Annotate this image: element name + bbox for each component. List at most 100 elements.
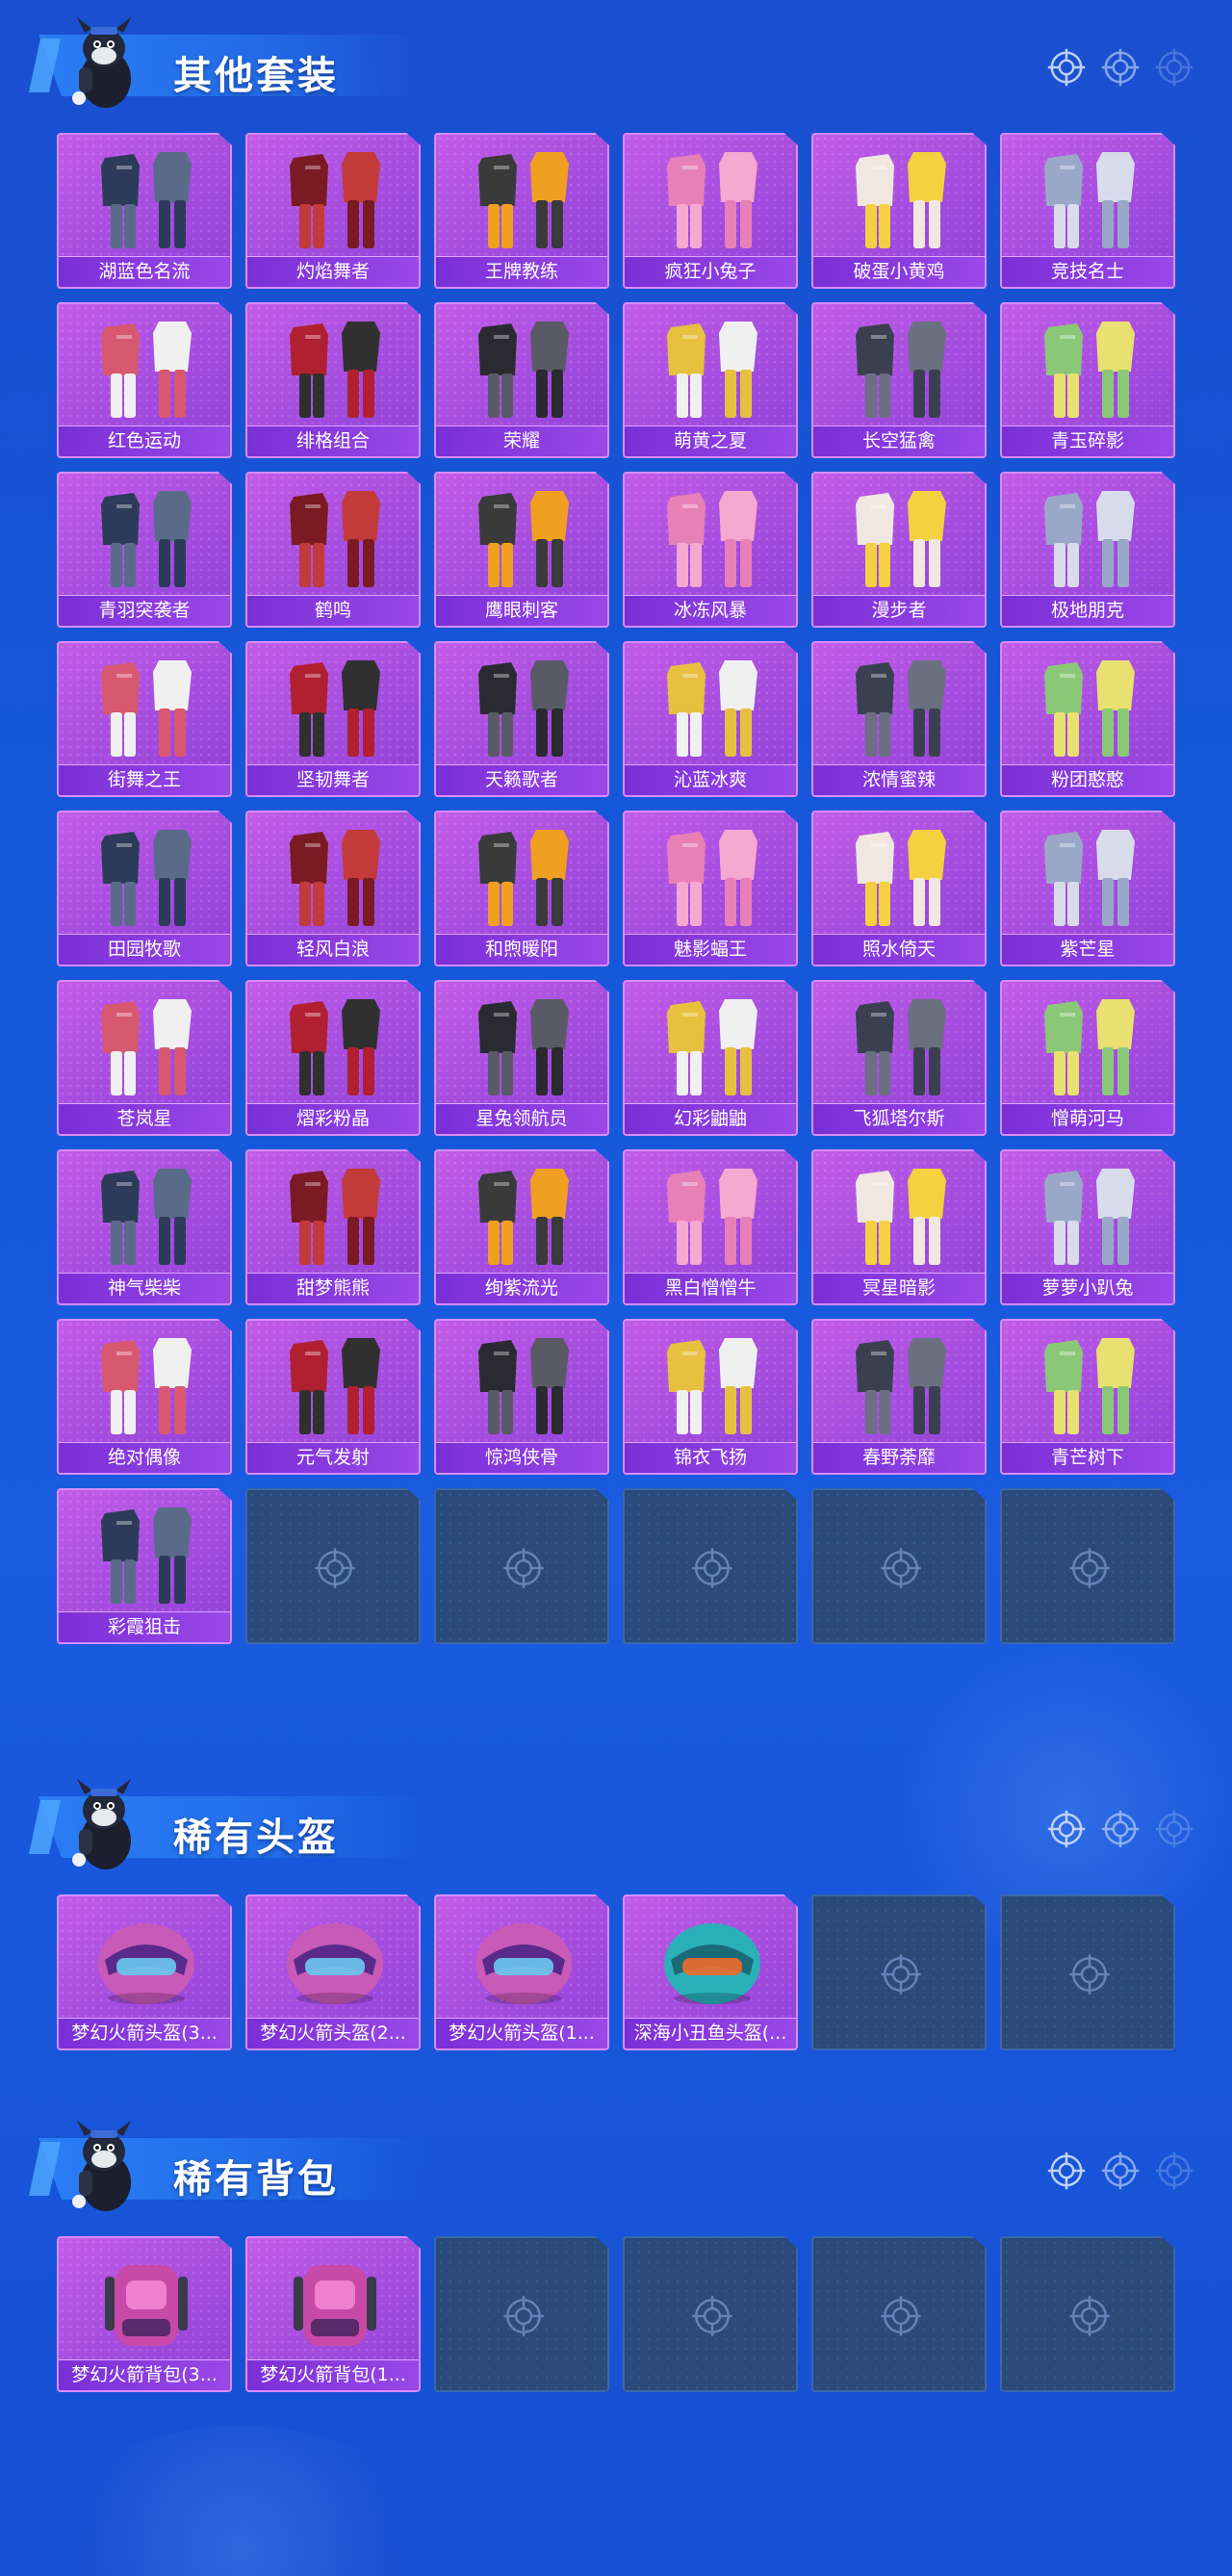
item-card[interactable]: 田园牧歌 (57, 811, 232, 966)
item-label: 竞技名士 (1002, 256, 1173, 287)
outfit-art (101, 1169, 192, 1265)
item-card[interactable]: 梦幻火箭头盔(1... (434, 1894, 609, 2050)
item-card[interactable]: 深海小丑鱼头盔(... (623, 1894, 798, 2050)
outfit-art (101, 152, 192, 248)
item-card[interactable]: 飞狐塔尔斯 (811, 980, 987, 1136)
item-card[interactable]: 憎萌河马 (1000, 980, 1175, 1136)
item-card[interactable]: 绯格组合 (245, 302, 421, 458)
item-card[interactable]: 神气柴柴 (57, 1149, 232, 1305)
outfit-icon (436, 477, 607, 597)
item-card[interactable]: 春野荼靡 (811, 1319, 987, 1475)
item-card[interactable]: 青玉碎影 (1000, 302, 1175, 458)
item-label: 萌黄之夏 (625, 425, 796, 456)
item-card[interactable]: 冰冻风暴 (623, 472, 798, 628)
item-card[interactable]: 粉团憨憨 (1000, 641, 1175, 797)
item-card[interactable]: 红色运动 (57, 302, 232, 458)
item-card[interactable]: 紫芒星 (1000, 811, 1175, 966)
item-card[interactable]: 冥星暗影 (811, 1149, 987, 1305)
outfit-art (1044, 1338, 1135, 1434)
helmet-art (98, 1923, 194, 2004)
item-card[interactable]: 疯狂小兔子 (623, 133, 798, 289)
outfit-icon (625, 308, 796, 427)
item-card[interactable]: 坚韧舞者 (245, 641, 421, 797)
item-card[interactable]: 萌黄之夏 (623, 302, 798, 458)
item-card[interactable]: 幻彩鼬鼬 (623, 980, 798, 1136)
outfit-art (856, 999, 946, 1095)
section-title: 稀有背包 (173, 2157, 339, 2202)
item-card[interactable]: 星兔领航员 (434, 980, 609, 1136)
item-card[interactable]: 锦衣飞扬 (623, 1319, 798, 1475)
item-card[interactable]: 灼焰舞者 (245, 133, 421, 289)
item-card[interactable]: 沁蓝冰爽 (623, 641, 798, 797)
outfit-icon (1002, 816, 1173, 936)
item-card[interactable]: 湖蓝色名流 (57, 133, 232, 289)
item-label: 湖蓝色名流 (59, 256, 230, 287)
item-card[interactable]: 和煦暖阳 (434, 811, 609, 966)
item-label: 梦幻火箭背包(3... (59, 2359, 230, 2390)
outfit-art (101, 1507, 192, 1604)
outfit-icon (813, 477, 985, 597)
item-card[interactable]: 长空猛禽 (811, 302, 987, 458)
item-card[interactable]: 极地朋克 (1000, 472, 1175, 628)
item-card[interactable]: 青芒树下 (1000, 1319, 1175, 1475)
outfit-icon (813, 1155, 985, 1275)
item-card[interactable]: 浓情蜜辣 (811, 641, 987, 797)
item-card[interactable]: 甜梦熊熊 (245, 1149, 421, 1305)
item-card[interactable]: 鹤鸣 (245, 472, 421, 628)
item-card[interactable]: 黑白憎憎牛 (623, 1149, 798, 1305)
outfit-art (856, 830, 946, 926)
item-card[interactable]: 破蛋小黄鸡 (811, 133, 987, 289)
item-card[interactable]: 梦幻火箭背包(3... (57, 2236, 232, 2392)
crosshair-icon (1069, 1954, 1110, 1995)
item-card[interactable]: 绝对偶像 (57, 1319, 232, 1475)
item-card[interactable]: 轻风白浪 (245, 811, 421, 966)
item-card[interactable]: 照水倚天 (811, 811, 987, 966)
outfit-icon (1002, 647, 1173, 766)
mascot (56, 2115, 148, 2219)
item-card[interactable]: 元气发射 (245, 1319, 421, 1475)
item-card[interactable]: 熠彩粉晶 (245, 980, 421, 1136)
item-label: 极地朋克 (1002, 595, 1173, 626)
item-card[interactable]: 苍岚星 (57, 980, 232, 1136)
outfit-icon (625, 477, 796, 597)
item-card[interactable]: 绚紫流光 (434, 1149, 609, 1305)
outfit-art (667, 1338, 757, 1434)
empty-slot (1000, 1488, 1175, 1644)
item-card[interactable]: 荣耀 (434, 302, 609, 458)
outfit-art (856, 1338, 946, 1434)
item-card[interactable]: 梦幻火箭头盔(2... (245, 1894, 421, 2050)
outfit-art (856, 152, 946, 248)
outfit-art (1044, 999, 1135, 1095)
item-card[interactable]: 青羽突袭者 (57, 472, 232, 628)
empty-slot (811, 2236, 987, 2392)
item-card[interactable]: 王牌教练 (434, 133, 609, 289)
outfit-art (101, 491, 192, 587)
outfit-icon (59, 1155, 230, 1275)
outfit-icon (625, 1325, 796, 1444)
backpack-icon (59, 2242, 230, 2361)
item-card[interactable]: 惊鸿侠骨 (434, 1319, 609, 1475)
crosshair-icon (1047, 48, 1086, 87)
item-label: 鹤鸣 (247, 595, 419, 626)
item-grid: 梦幻火箭背包(3... 梦幻火箭背包(1... (57, 2236, 1175, 2392)
outfit-icon (436, 986, 607, 1105)
item-card[interactable]: 萝萝小趴兔 (1000, 1149, 1175, 1305)
item-label: 坚韧舞者 (247, 764, 419, 795)
item-card[interactable]: 鹰眼刺客 (434, 472, 609, 628)
item-card[interactable]: 街舞之王 (57, 641, 232, 797)
item-card[interactable]: 天籁歌者 (434, 641, 609, 797)
outfit-art (667, 1169, 757, 1265)
outfit-icon (59, 308, 230, 427)
outfit-icon (813, 816, 985, 936)
item-label: 破蛋小黄鸡 (813, 256, 985, 287)
item-card[interactable]: 竞技名士 (1000, 133, 1175, 289)
outfit-icon (625, 647, 796, 766)
item-card[interactable]: 魅影蝠王 (623, 811, 798, 966)
item-card[interactable]: 梦幻火箭头盔(3... (57, 1894, 232, 2050)
outfit-icon (813, 986, 985, 1105)
item-card[interactable]: 梦幻火箭背包(1... (245, 2236, 421, 2392)
outfit-art (856, 491, 946, 587)
item-card[interactable]: 彩霞狙击 (57, 1488, 232, 1644)
item-card[interactable]: 漫步者 (811, 472, 987, 628)
item-label: 荣耀 (436, 425, 607, 456)
